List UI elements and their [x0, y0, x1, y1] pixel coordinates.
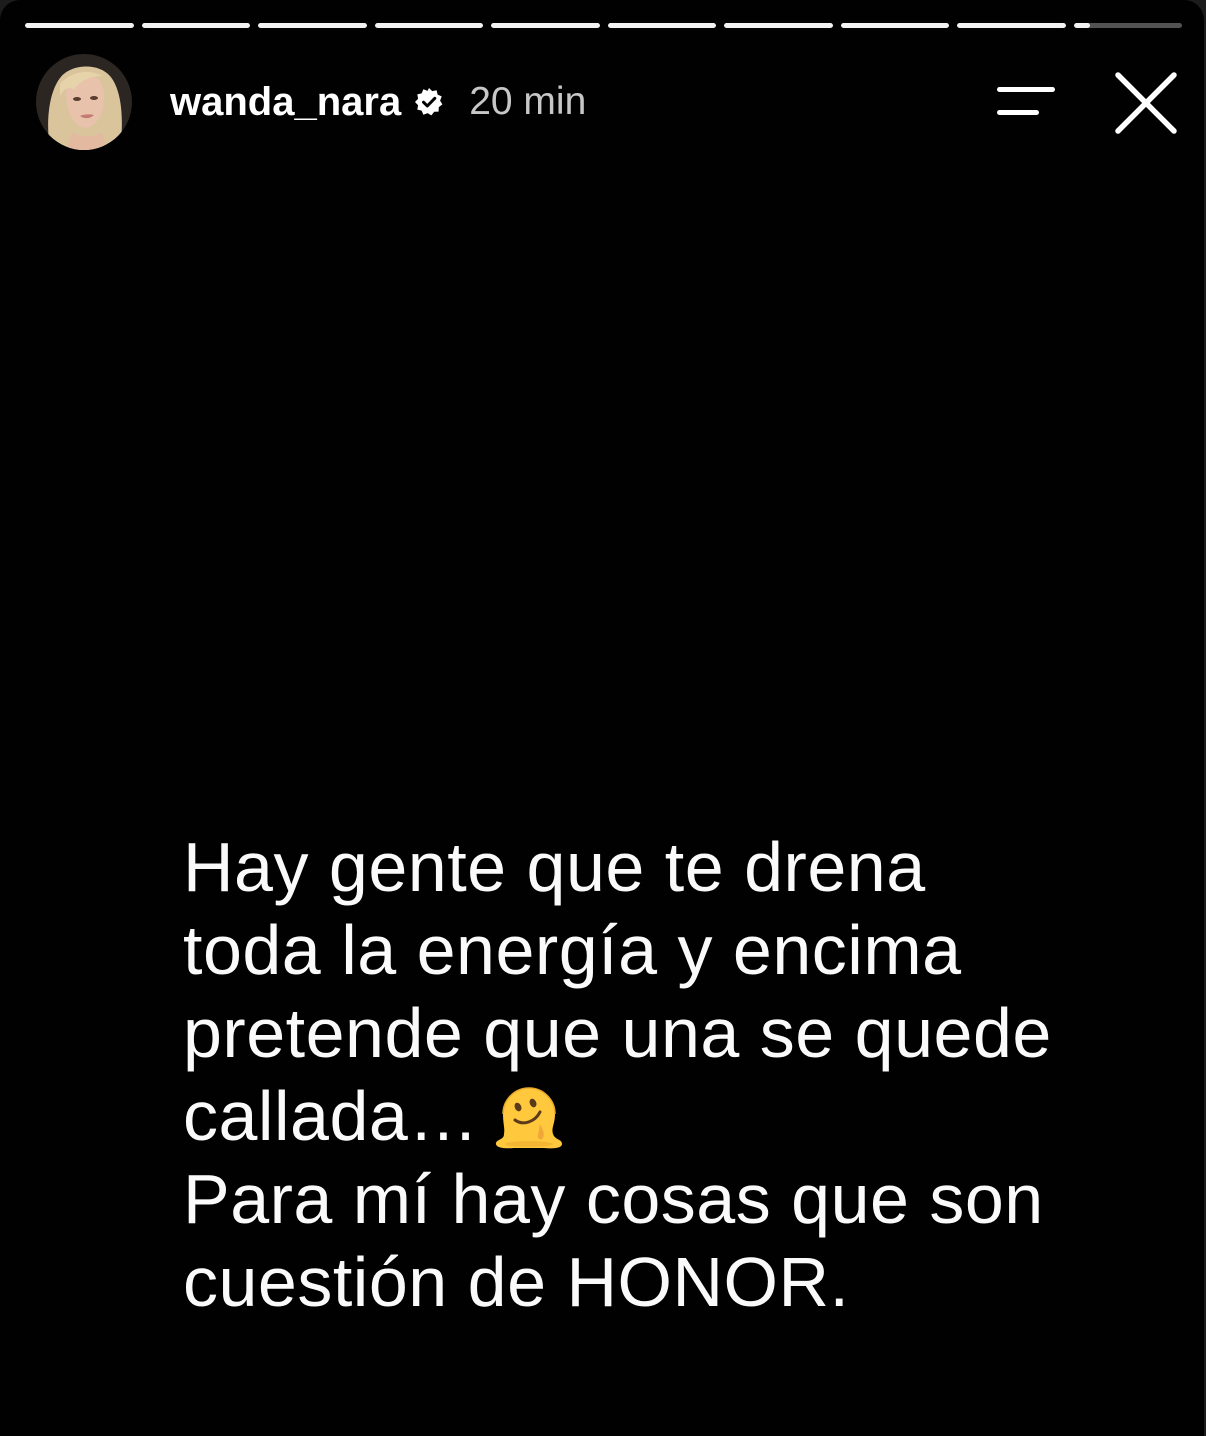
menu-button[interactable] — [994, 82, 1058, 122]
profile-photo — [36, 54, 132, 150]
progress-segment — [374, 23, 483, 28]
progress-segment — [1073, 23, 1182, 28]
melting-face-icon — [493, 1084, 565, 1150]
close-icon — [1115, 72, 1177, 134]
menu-lines-icon — [997, 87, 1055, 92]
story-header-user: wanda_nara 20 min — [170, 80, 586, 124]
story-text-line: Para mí hay cosas que son — [183, 1160, 1044, 1238]
progress-segment — [840, 23, 949, 28]
story-viewer[interactable]: wanda_nara 20 min Hay gente que te drena… — [0, 0, 1204, 1436]
progress-fill — [141, 23, 250, 28]
post-time: 20 min — [469, 80, 587, 123]
story-text-line-with-emoji: callada… — [183, 1075, 1183, 1158]
progress-segment — [957, 23, 1066, 28]
username[interactable]: wanda_nara — [170, 80, 401, 124]
progress-fill — [957, 23, 1066, 28]
progress-fill — [258, 23, 367, 28]
verified-badge-icon — [414, 87, 444, 117]
story-text-line: toda la energía y encima — [183, 911, 962, 989]
progress-segment — [25, 23, 134, 28]
story-text-line: callada… — [183, 1077, 479, 1155]
story-progress-bar — [25, 23, 1182, 28]
progress-fill — [840, 23, 949, 28]
progress-fill — [607, 23, 716, 28]
story-text: Hay gente que te drena toda la energía y… — [183, 826, 1183, 1324]
progress-fill — [724, 23, 833, 28]
progress-fill — [25, 23, 134, 28]
close-button[interactable] — [1112, 70, 1180, 136]
progress-segment — [141, 23, 250, 28]
progress-fill — [374, 23, 483, 28]
progress-segment — [491, 23, 600, 28]
story-text-line: Hay gente que te drena — [183, 828, 926, 906]
progress-segment — [607, 23, 716, 28]
menu-lines-icon — [997, 110, 1039, 115]
progress-segment — [724, 23, 833, 28]
story-text-line: cuestión de HONOR. — [183, 1243, 850, 1321]
progress-segment — [258, 23, 367, 28]
avatar[interactable] — [36, 54, 132, 150]
story-text-line: pretende que una se quede — [183, 994, 1052, 1072]
progress-fill — [1073, 23, 1090, 28]
progress-fill — [491, 23, 600, 28]
